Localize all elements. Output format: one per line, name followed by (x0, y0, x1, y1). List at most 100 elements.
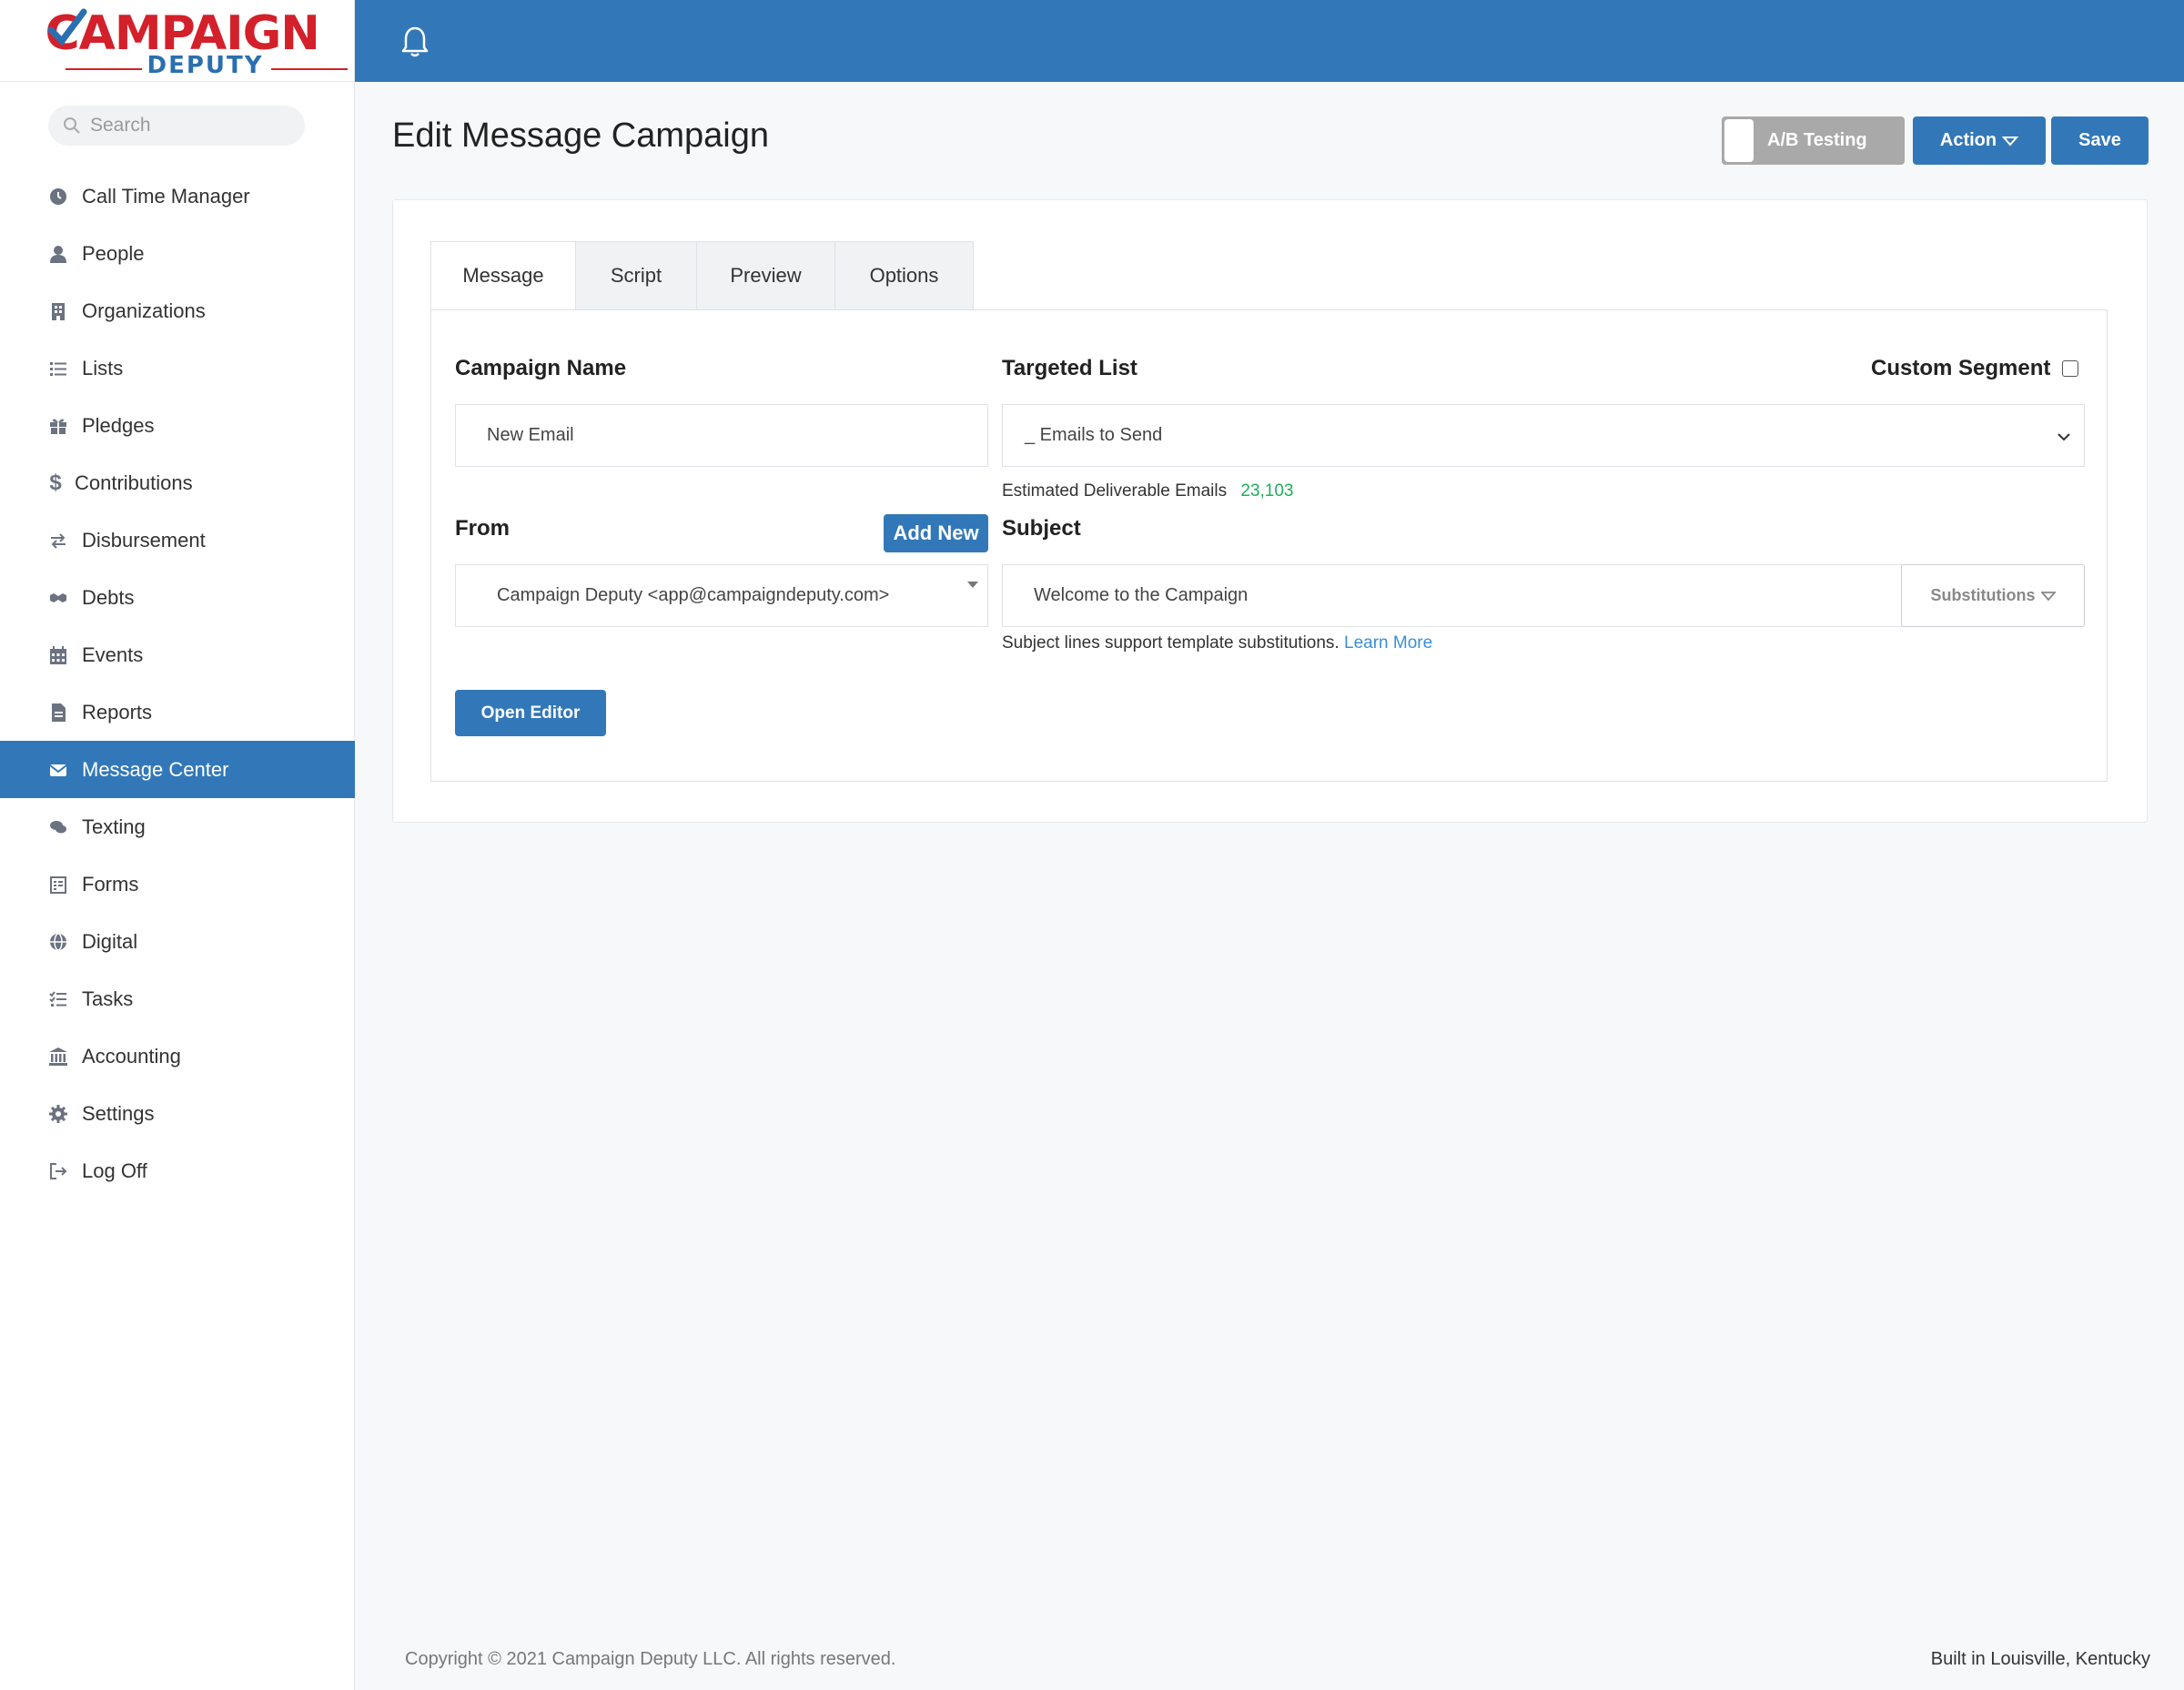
sidebar-item-digital[interactable]: Digital (0, 913, 355, 970)
sidebar-item-texting[interactable]: Texting (0, 798, 355, 855)
sidebar-item-label: Digital (82, 929, 138, 953)
targeted-list-label: Targeted List (1002, 356, 1138, 380)
sidebar-item-settings[interactable]: Settings (0, 1085, 355, 1142)
sidebar-item-label: Lists (82, 356, 124, 379)
logo-sub-text: DEPUTY (147, 51, 264, 79)
sidebar-item-events[interactable]: Events (0, 626, 355, 683)
logo-line-left (65, 67, 142, 70)
search-icon (64, 117, 80, 134)
from-label: From (455, 516, 510, 541)
campaign-name-value: New Email (487, 425, 574, 445)
estimated-label: Estimated Deliverable Emails (1002, 481, 1228, 501)
sidebar-item-reports[interactable]: Reports (0, 683, 355, 741)
campaign-name-label: Campaign Name (455, 356, 627, 380)
sidebar-item-label: Settings (82, 1101, 155, 1125)
estimated-emails: Estimated Deliverable Emails 23,103 (1002, 481, 1294, 501)
targeted-list-value: _ Emails to Send (1025, 425, 1163, 445)
sidebar-item-tasks[interactable]: Tasks (0, 970, 355, 1027)
open-editor-button[interactable]: Open Editor (455, 690, 606, 736)
sidebar-item-label: Message Center (82, 757, 229, 781)
chevron-down-icon (2040, 591, 2056, 601)
globe-icon (49, 932, 67, 951)
sidebar-item-label: Disbursement (82, 528, 206, 552)
action-button[interactable]: Action (1913, 116, 2046, 165)
sidebar-item-debts[interactable]: Debts (0, 569, 355, 626)
footer-built-in: Built in Louisville, Kentucky (1930, 1649, 2150, 1669)
subject-input[interactable]: Welcome to the Campaign (1002, 564, 1903, 627)
dollar-icon: $ (49, 470, 62, 495)
footer-copyright: Copyright © 2021 Campaign Deputy LLC. Al… (405, 1649, 896, 1669)
save-button[interactable]: Save (2051, 116, 2149, 165)
action-label: Action (1939, 130, 1997, 150)
envelope-icon (49, 761, 67, 779)
person-icon (49, 245, 67, 263)
sidebar-item-label: Forms (82, 872, 139, 896)
sidebar-item-call-time-manager[interactable]: Call Time Manager (0, 167, 355, 225)
subject-value: Welcome to the Campaign (1034, 585, 1249, 605)
learn-more-link[interactable]: Learn More (1344, 633, 1432, 653)
list-icon (49, 359, 67, 378)
toggle-knob (1724, 119, 1754, 162)
building-icon (49, 302, 67, 320)
sidebar-item-log-off[interactable]: Log Off (0, 1142, 355, 1199)
from-value: Campaign Deputy <app@campaigndeputy.com> (497, 585, 890, 605)
tab-script[interactable]: Script (576, 241, 697, 310)
tab-options[interactable]: Options (835, 241, 974, 310)
chat-icon (49, 818, 67, 836)
message-tab-panel (430, 309, 2108, 782)
ab-testing-label: A/B Testing (1767, 130, 1867, 150)
sidebar-item-disbursement[interactable]: Disbursement (0, 511, 355, 569)
sidebar-item-label: Texting (82, 815, 146, 838)
sidebar: CAMPAIGN DEPUTY Call Time Manager People… (0, 0, 355, 1690)
sidebar-item-organizations[interactable]: Organizations (0, 282, 355, 339)
tab-bar: Message Script Preview Options (430, 241, 974, 310)
logo-area: CAMPAIGN DEPUTY (0, 0, 354, 82)
chevron-down-icon (2058, 433, 2070, 441)
logout-icon (49, 1162, 67, 1180)
sidebar-item-accounting[interactable]: Accounting (0, 1027, 355, 1085)
clock-icon (49, 187, 67, 206)
tab-preview[interactable]: Preview (697, 241, 835, 310)
sidebar-item-people[interactable]: People (0, 225, 355, 282)
subject-help: Subject lines support template substitut… (1002, 633, 1432, 653)
sidebar-item-label: Accounting (82, 1044, 181, 1068)
gear-icon (49, 1104, 67, 1123)
bell-icon[interactable] (400, 25, 430, 58)
subject-help-text: Subject lines support template substitut… (1002, 633, 1340, 653)
sidebar-item-message-center[interactable]: Message Center (0, 741, 355, 798)
chevron-down-icon (2002, 136, 2019, 147)
targeted-list-select[interactable]: _ Emails to Send (1002, 404, 2085, 467)
sidebar-item-label: Organizations (82, 299, 206, 322)
sidebar-item-label: Contributions (75, 471, 193, 494)
campaign-name-field[interactable]: New Email (455, 404, 988, 467)
check-icon (47, 8, 86, 46)
from-select[interactable]: Campaign Deputy <app@campaigndeputy.com> (455, 564, 988, 627)
search-box[interactable] (48, 106, 305, 146)
logo-line-right (270, 67, 348, 70)
substitutions-button[interactable]: Substitutions (1901, 564, 2085, 627)
add-new-button[interactable]: Add New (884, 514, 988, 552)
search-input[interactable] (90, 115, 290, 137)
sidebar-item-contributions[interactable]: $ Contributions (0, 454, 355, 511)
sidebar-item-label: Tasks (82, 987, 134, 1010)
sidebar-item-forms[interactable]: Forms (0, 855, 355, 913)
sidebar-nav: Call Time Manager People Organizations L… (0, 167, 355, 1199)
form-icon (49, 875, 67, 894)
tasks-icon (49, 990, 67, 1008)
ab-testing-toggle[interactable]: A/B Testing (1722, 116, 1905, 165)
campaign-deputy-logo[interactable]: CAMPAIGN DEPUTY (36, 5, 348, 79)
caret-down-icon (967, 582, 978, 588)
sidebar-item-pledges[interactable]: Pledges (0, 397, 355, 454)
estimated-value: 23,103 (1240, 481, 1294, 501)
sidebar-item-label: Events (82, 643, 144, 666)
sidebar-item-label: Pledges (82, 413, 155, 437)
exchange-icon (49, 531, 67, 550)
subject-label: Subject (1002, 516, 1081, 541)
page-title: Edit Message Campaign (392, 116, 769, 155)
tab-message[interactable]: Message (430, 241, 576, 310)
top-bar (355, 0, 2184, 82)
sidebar-item-lists[interactable]: Lists (0, 339, 355, 397)
handshake-icon (49, 589, 67, 607)
sidebar-item-label: Reports (82, 700, 153, 724)
custom-segment-checkbox[interactable] (2062, 360, 2078, 377)
